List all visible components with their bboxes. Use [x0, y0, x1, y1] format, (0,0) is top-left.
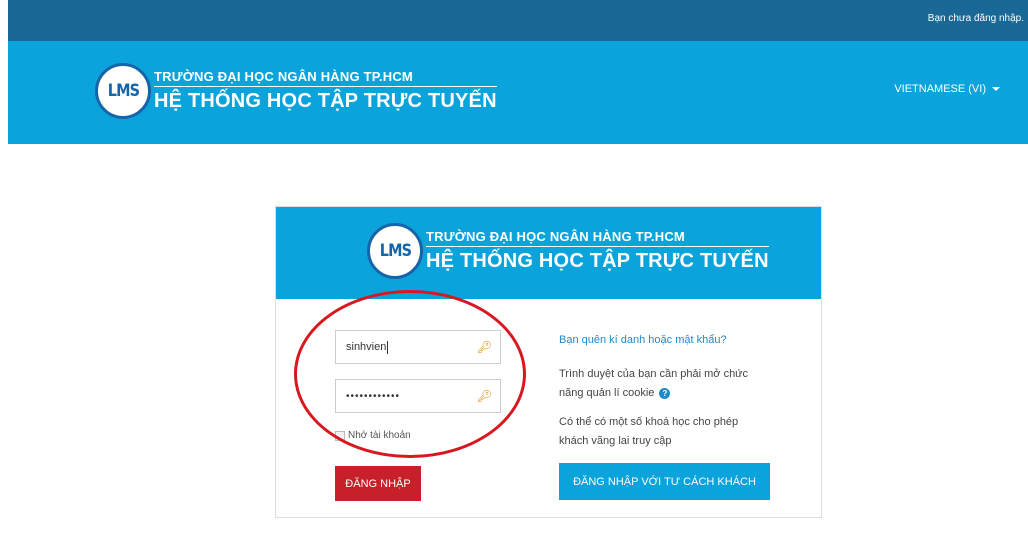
username-value: sinhvien [346, 341, 387, 353]
site-header: LMS TRƯỜNG ĐẠI HỌC NGÂN HÀNG TP.HCM HỆ T… [8, 41, 1028, 144]
username-input[interactable]: sinhvien 🔑︎ [335, 330, 501, 364]
login-card-header: LMS TRƯỜNG ĐẠI HỌC NGÂN HÀNG TP.HCM HỆ T… [276, 207, 821, 299]
login-card: LMS TRƯỜNG ĐẠI HỌC NGÂN HÀNG TP.HCM HỆ T… [275, 206, 822, 518]
language-label: VIETNAMESE (VI) [894, 83, 986, 95]
university-name: TRƯỜNG ĐẠI HỌC NGÂN HÀNG TP.HCM [154, 69, 497, 87]
lms-logo-badge: LMS [367, 223, 423, 279]
cookie-notice-text: Trình duyệt của bạn cần phải mở chức năn… [559, 368, 749, 399]
logo-text: TRƯỜNG ĐẠI HỌC NGÂN HÀNG TP.HCM HỆ THỐNG… [154, 69, 497, 113]
login-status-text: Bạn chưa đăng nhập. [927, 13, 1024, 24]
guest-notice: Có thể có một số khoá học cho phép khách… [559, 416, 739, 447]
language-selector[interactable]: VIETNAMESE (VI) [894, 83, 1000, 95]
lms-logo-badge: LMS [95, 63, 151, 119]
password-value: •••••••••••• [346, 390, 401, 402]
key-icon: 🔑︎ [476, 389, 492, 403]
key-icon: 🔑︎ [476, 340, 492, 354]
login-button[interactable]: ĐĂNG NHẬP [335, 466, 421, 501]
logo-text: TRƯỜNG ĐẠI HỌC NGÂN HÀNG TP.HCM HỆ THỐNG… [426, 229, 769, 273]
remember-me[interactable]: Nhớ tài khoản [335, 430, 411, 441]
guest-login-button[interactable]: ĐĂNG NHẬP VỚI TƯ CÁCH KHÁCH [559, 463, 770, 500]
login-card-logo: LMS TRƯỜNG ĐẠI HỌC NGÂN HÀNG TP.HCM HỆ T… [367, 223, 769, 279]
university-name: TRƯỜNG ĐẠI HỌC NGÂN HÀNG TP.HCM [426, 229, 769, 247]
caret-down-icon [992, 87, 1000, 91]
cookie-notice: Trình duyệt của bạn cần phải mở chức năn… [559, 365, 759, 403]
remember-checkbox[interactable] [335, 430, 345, 441]
lms-logo-badge-text: LMS [107, 81, 139, 101]
site-logo[interactable]: LMS TRƯỜNG ĐẠI HỌC NGÂN HÀNG TP.HCM HỆ T… [95, 63, 497, 119]
top-bar: Bạn chưa đăng nhập. [8, 0, 1028, 41]
remember-label: Nhớ tài khoản [348, 430, 411, 441]
password-input[interactable]: •••••••••••• 🔑︎ [335, 379, 501, 413]
lms-logo-badge-text: LMS [379, 241, 411, 261]
help-icon[interactable]: ? [659, 387, 671, 399]
text-cursor [387, 340, 389, 354]
system-name: HỆ THỐNG HỌC TẬP TRỰC TUYẾN [154, 90, 497, 112]
system-name: HỆ THỐNG HỌC TẬP TRỰC TUYẾN [426, 250, 769, 272]
forgot-password-link[interactable]: Bạn quên kí danh hoặc mật khẩu? [559, 334, 727, 346]
